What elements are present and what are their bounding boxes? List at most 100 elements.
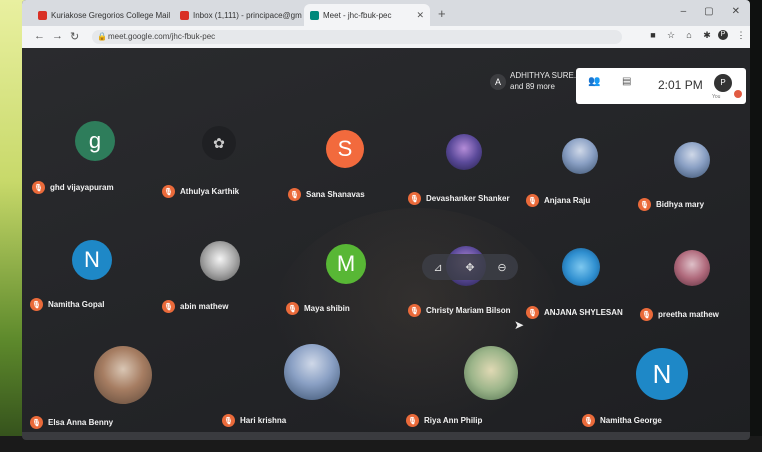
participant-avatar: g bbox=[75, 121, 115, 161]
participant-name: Namitha George bbox=[600, 416, 662, 425]
participant-name-row: 🎙 abin mathew bbox=[162, 300, 228, 313]
mic-off-icon: 🎙 bbox=[526, 194, 539, 207]
participant-name-row: 🎙 Anjana Raju bbox=[526, 194, 590, 207]
presenter-avatar: A bbox=[490, 74, 506, 90]
participant-avatar bbox=[200, 241, 240, 281]
presenter-name: ADHITHYA SURE... bbox=[510, 71, 581, 80]
menu-icon[interactable]: ⋮ bbox=[736, 30, 746, 40]
url-field[interactable]: 🔒 meet.google.com/jhc-fbuk-pec bbox=[92, 30, 622, 44]
mic-off-icon: 🎙 bbox=[30, 416, 43, 429]
participant-name: preetha mathew bbox=[658, 310, 719, 319]
participant-name: Bidhya mary bbox=[656, 200, 705, 209]
participant-avatar: ✿ bbox=[202, 126, 236, 160]
participant-avatar bbox=[94, 346, 152, 404]
participant-avatar bbox=[562, 248, 600, 286]
participant-avatar: S bbox=[326, 130, 364, 168]
home-icon[interactable]: ⌂ bbox=[684, 30, 694, 40]
participant-name-row: 🎙 Bidhya mary bbox=[638, 198, 704, 211]
tab-title: Inbox (1,111) - principace@gma bbox=[193, 10, 302, 20]
participant-avatar bbox=[674, 142, 710, 178]
pin-icon[interactable]: ⊿ bbox=[433, 261, 442, 274]
participant-name-row: 🎙 preetha mathew bbox=[640, 308, 719, 321]
tile-hover-controls: ⊿ ✥ ⊖ bbox=[422, 254, 518, 280]
presenter-info: ADHITHYA SURE... and 89 more bbox=[510, 70, 581, 92]
address-bar-row: ← → ↻ 🔒 meet.google.com/jhc-fbuk-pec ■ ☆… bbox=[22, 26, 750, 49]
mic-off-icon: 🎙 bbox=[222, 414, 235, 427]
back-icon[interactable]: ← bbox=[34, 30, 45, 42]
participant-name: abin mathew bbox=[180, 302, 229, 311]
participant-name: Christy Mariam Bilson bbox=[426, 306, 511, 315]
profile-icon[interactable]: P bbox=[718, 30, 728, 40]
gmail-icon bbox=[180, 10, 189, 20]
participant-avatar: N bbox=[636, 348, 688, 400]
tab-title: Meet - jhc-fbuk-pec bbox=[323, 10, 392, 20]
participant-name-row: 🎙 Hari krishna bbox=[222, 414, 286, 427]
remove-icon[interactable]: ⊖ bbox=[497, 261, 506, 274]
participant-name: Athulya Karthik bbox=[180, 187, 240, 196]
participant-name-row: 🎙 ghd vijayapuram bbox=[32, 181, 114, 194]
monitor-screen: Kuriakose Gregorios College Mail ✕ Inbox… bbox=[22, 0, 750, 440]
camera-icon[interactable]: ■ bbox=[648, 30, 658, 40]
forward-icon[interactable]: → bbox=[52, 30, 63, 42]
participant-name: Anjana Raju bbox=[544, 196, 591, 205]
maximize-button[interactable]: ▢ bbox=[704, 6, 713, 17]
mic-off-icon: 🎙 bbox=[406, 414, 419, 427]
participant-name-row: 🎙 Namitha Gopal bbox=[30, 298, 104, 311]
chat-icon[interactable]: ▤ bbox=[622, 76, 631, 87]
participant-name-row: 🎙 Maya shibin bbox=[286, 302, 350, 315]
participant-avatar bbox=[674, 250, 710, 286]
participant-name: Hari krishna bbox=[240, 416, 287, 425]
participant-name: Elsa Anna Benny bbox=[48, 418, 114, 427]
mic-off-icon: 🎙 bbox=[640, 308, 653, 321]
participant-name: Sana Shanavas bbox=[306, 190, 365, 199]
tab-meet[interactable]: Meet - jhc-fbuk-pec ✕ bbox=[304, 4, 430, 26]
gmail-icon bbox=[38, 10, 47, 20]
participant-name-row: 🎙 Devashanker Shanker bbox=[408, 192, 510, 205]
tab-college-mail[interactable]: Kuriakose Gregorios College Mail ✕ bbox=[32, 4, 172, 26]
mouse-cursor-icon: ➤ bbox=[514, 318, 525, 332]
participant-avatar: N bbox=[72, 240, 112, 280]
recording-dot-icon bbox=[734, 90, 742, 98]
meet-header-panel: 👥 ▤ 2:01 PM P You bbox=[576, 68, 746, 104]
presenter-more: and 89 more bbox=[510, 82, 555, 91]
participant-avatar bbox=[284, 344, 340, 400]
window-controls: – ▢ ✕ bbox=[681, 6, 740, 17]
tab-inbox[interactable]: Inbox (1,111) - principace@gma ✕ bbox=[174, 4, 302, 26]
participant-name: Maya shibin bbox=[304, 304, 350, 313]
you-label: You bbox=[712, 94, 721, 100]
participant-name: Devashanker Shanker bbox=[426, 194, 510, 203]
mic-off-icon: 🎙 bbox=[162, 185, 175, 198]
meet-icon bbox=[310, 10, 319, 20]
mic-off-icon: 🎙 bbox=[638, 198, 651, 211]
close-window-button[interactable]: ✕ bbox=[732, 6, 740, 17]
people-icon[interactable]: 👥 bbox=[588, 76, 600, 87]
participant-avatar bbox=[562, 138, 598, 174]
meet-control-bar bbox=[22, 432, 750, 440]
tab-title: Kuriakose Gregorios College Mail bbox=[51, 10, 171, 20]
mic-off-icon: 🎙 bbox=[32, 181, 45, 194]
mic-off-icon: 🎙 bbox=[30, 298, 43, 311]
participant-name-row: 🎙 Christy Mariam Bilson bbox=[408, 304, 510, 317]
participant-name: Riya Ann Philip bbox=[424, 416, 483, 425]
participant-name-row: 🎙 Athulya Karthik bbox=[162, 185, 239, 198]
url-text: meet.google.com/jhc-fbuk-pec bbox=[108, 32, 216, 41]
close-tab-icon[interactable]: ✕ bbox=[416, 10, 424, 21]
mic-off-icon: 🎙 bbox=[408, 192, 421, 205]
user-avatar[interactable]: P bbox=[714, 74, 732, 92]
reload-icon[interactable]: ↻ bbox=[70, 30, 79, 43]
new-tab-button[interactable]: + bbox=[438, 6, 446, 21]
tab-bar: Kuriakose Gregorios College Mail ✕ Inbox… bbox=[22, 0, 750, 26]
meet-grid: A ADHITHYA SURE... and 89 more 👥 ▤ 2:01 … bbox=[22, 48, 750, 440]
participant-avatar: M bbox=[326, 244, 366, 284]
star-icon[interactable]: ☆ bbox=[666, 30, 676, 40]
minimize-button[interactable]: – bbox=[681, 6, 687, 17]
participant-name-row: 🎙 ANJANA SHYLESAN bbox=[526, 306, 623, 319]
participant-name: ghd vijayapuram bbox=[50, 183, 114, 192]
lock-icon: 🔒 bbox=[97, 32, 107, 41]
extension-icon[interactable]: ✱ bbox=[702, 30, 712, 40]
participant-avatar bbox=[446, 134, 482, 170]
participant-name-row: 🎙 Namitha George bbox=[582, 414, 662, 427]
mic-off-icon: 🎙 bbox=[526, 306, 539, 319]
expand-icon[interactable]: ✥ bbox=[465, 261, 474, 274]
participant-name-row: 🎙 Riya Ann Philip bbox=[406, 414, 482, 427]
